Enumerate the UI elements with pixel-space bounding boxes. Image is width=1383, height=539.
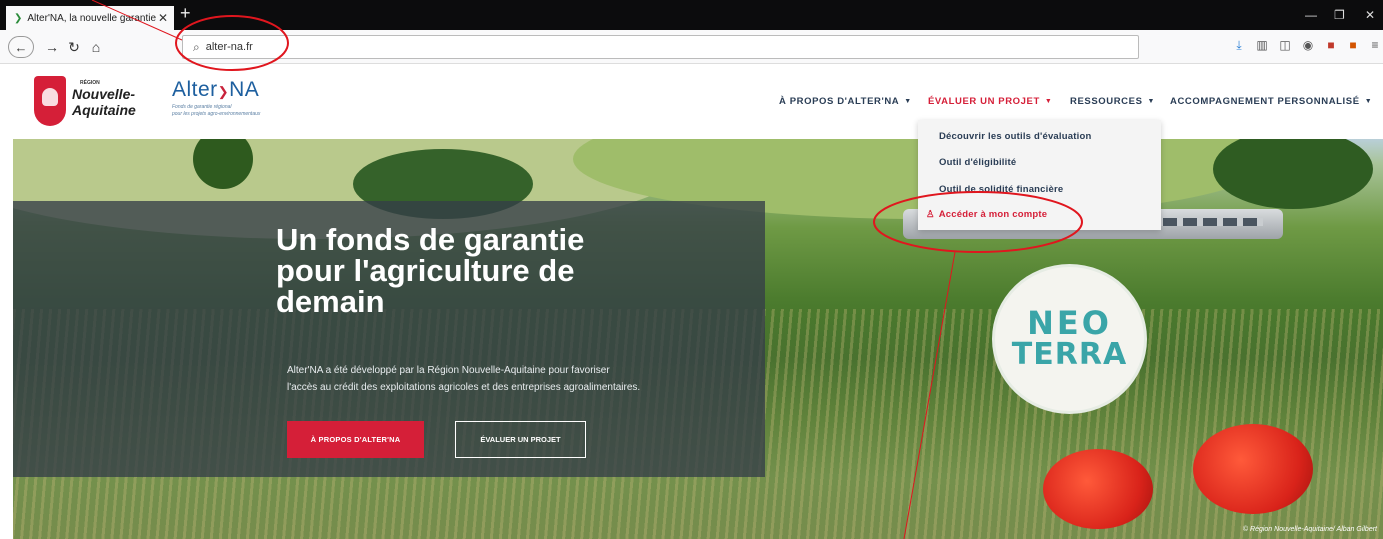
brand-triangle-icon: ❯ (217, 84, 230, 99)
region-logo[interactable]: RÉGION Nouvelle- Aquitaine (34, 76, 154, 128)
hero-description: Alter'NA a été développé par la Région N… (287, 365, 641, 393)
nav-item-support[interactable]: ACCOMPAGNEMENT PERSONNALISÉ ▼ (1170, 94, 1372, 108)
poppy-shape (1043, 449, 1153, 529)
download-icon[interactable]: ⤓ (1232, 38, 1246, 52)
back-arrow-icon[interactable]: ← (8, 36, 34, 58)
dropdown-item-discover-tools[interactable]: Découvrir les outils d'évaluation (939, 131, 1091, 142)
hero-title: Un fonds de garantie pour l'agriculture … (276, 222, 585, 319)
forward-arrow-icon[interactable]: → (44, 36, 60, 58)
evaluate-dropdown-menu: Découvrir les outils d'évaluation Outil … (918, 120, 1161, 230)
url-bar[interactable]: ⌕ alter-na.fr (182, 35, 1139, 59)
neo-text: NEO (1027, 304, 1112, 342)
menu-icon[interactable]: ≡ (1368, 38, 1382, 52)
dropdown-item-my-account[interactable]: ♙ Accéder à mon compte (926, 209, 1047, 220)
terra-text: TERRA (1011, 337, 1128, 372)
caret-down-icon: ▼ (1364, 97, 1373, 105)
maximize-icon[interactable]: ❐ (1334, 8, 1345, 22)
nav-item-about[interactable]: À PROPOS D'ALTER'NA ▼ (779, 94, 912, 108)
hero-banner (13, 139, 1383, 539)
browser-tab[interactable]: ❯ Alter'NA, la nouvelle garantie ✕ (6, 6, 174, 30)
tree-shape (1213, 139, 1373, 209)
close-window-icon[interactable]: ✕ (1365, 8, 1375, 22)
sidebar-icon[interactable]: ◫ (1278, 38, 1292, 52)
region-name-line1: Nouvelle- (72, 86, 136, 102)
caret-down-icon: ▼ (904, 97, 912, 105)
caret-down-icon: ▼ (1044, 97, 1053, 105)
user-icon: ♙ (926, 209, 935, 220)
dropdown-item-financial-tool[interactable]: Outil de solidité financière (939, 184, 1063, 195)
region-shield-icon (34, 76, 66, 126)
caret-down-icon: ▼ (1147, 97, 1156, 105)
account-icon[interactable]: ◉ (1301, 38, 1315, 52)
nav-item-resources[interactable]: RESSOURCES ▼ (1070, 94, 1155, 108)
browser-tab-bar: ❯ Alter'NA, la nouvelle garantie ✕ + — ❐… (0, 0, 1383, 30)
tab-title: Alter'NA, la nouvelle garantie (27, 12, 157, 24)
dropdown-item-eligibility-tool[interactable]: Outil d'éligibilité (939, 157, 1016, 168)
pdf-extension-icon[interactable]: ■ (1324, 38, 1338, 52)
evaluate-project-button[interactable]: ÉVALUER UN PROJET (455, 421, 586, 458)
brand-name: Alter❯NA (172, 78, 260, 101)
reload-icon[interactable]: ↻ (66, 36, 82, 58)
new-tab-button[interactable]: + (180, 4, 191, 22)
extension-icon[interactable]: ■ (1346, 38, 1360, 52)
photo-credit: © Région Nouvelle-Aquitaine/ Alban Gilbe… (1242, 526, 1377, 533)
url-text: alter-na.fr (205, 41, 253, 53)
alterna-logo[interactable]: Alter❯NA Fonds de garantie régional pour… (172, 78, 260, 118)
home-icon[interactable]: ⌂ (88, 36, 104, 58)
search-icon: ⌕ (193, 39, 200, 54)
region-name-line2: Aquitaine (72, 102, 136, 118)
poppy-shape (1193, 424, 1313, 514)
nav-item-evaluate[interactable]: ÉVALUER UN PROJET ▼ (928, 94, 1052, 108)
minimize-icon[interactable]: — (1305, 8, 1317, 22)
brand-tagline: Fonds de garantie régional pour les proj… (172, 104, 261, 117)
tab-close-icon[interactable]: ✕ (158, 11, 168, 25)
site-favicon-icon: ❯ (14, 12, 23, 24)
about-button[interactable]: À PROPOS D'ALTER'NA (287, 421, 424, 458)
library-icon[interactable]: ▥ (1255, 38, 1269, 52)
neo-terra-logo: NEO TERRA (992, 264, 1147, 414)
